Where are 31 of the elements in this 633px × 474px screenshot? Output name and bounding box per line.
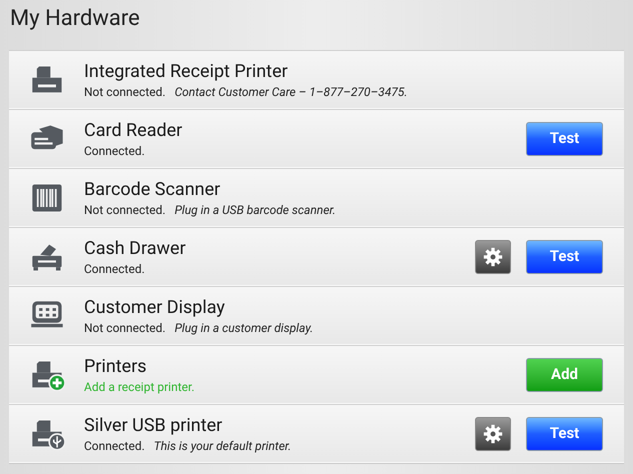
test-button[interactable]: Test bbox=[526, 240, 603, 274]
device-name: Barcode Scanner bbox=[84, 178, 222, 202]
settings-button[interactable] bbox=[475, 240, 511, 274]
status-text: Connected. bbox=[84, 260, 145, 276]
status-text: Connected. bbox=[84, 438, 145, 454]
status-note: Contact Customer Care – 1–877–270–3475. bbox=[174, 84, 408, 100]
gear-icon bbox=[483, 246, 503, 266]
device-name: Integrated Receipt Printer bbox=[84, 60, 289, 84]
device-name: Cash Drawer bbox=[84, 236, 187, 260]
gear-icon bbox=[483, 424, 503, 444]
status-note: Plug in a USB barcode scanner. bbox=[174, 202, 336, 218]
status-note: Plug in a customer display. bbox=[174, 320, 314, 336]
settings-button[interactable] bbox=[475, 416, 511, 450]
hardware-row[interactable]: Barcode Scanner Not connected. Plug in a USB barcode scanner. bbox=[9, 168, 624, 227]
status-text: Not connected. bbox=[84, 202, 166, 218]
device-name: Customer Display bbox=[84, 296, 226, 320]
status-note: This is your default printer. bbox=[154, 438, 292, 454]
test-button[interactable]: Test bbox=[526, 416, 603, 450]
status-text: Connected. bbox=[84, 142, 145, 158]
hardware-row[interactable]: Silver USB printer Connected. This is your default printer. Test bbox=[9, 404, 624, 463]
status-text: Not connected. bbox=[84, 84, 166, 100]
hardware-row[interactable]: Cash Drawer Connected. Test bbox=[9, 227, 624, 286]
hardware-row[interactable]: Integrated Receipt Printer Not connected. Contact Customer Care – 1–877–270–3475. bbox=[9, 50, 624, 109]
page-title: My Hardware bbox=[10, 5, 141, 33]
device-name: Silver USB printer bbox=[84, 414, 224, 438]
status-text: Not connected. bbox=[84, 320, 166, 336]
hardware-row[interactable]: Card Reader Connected. Test bbox=[9, 109, 624, 168]
test-button[interactable]: Test bbox=[526, 122, 603, 156]
hardware-row[interactable]: Customer Display Not connected. Plug in a customer display. bbox=[9, 286, 624, 345]
device-name: Printers bbox=[84, 354, 148, 378]
device-name: Card Reader bbox=[84, 118, 184, 142]
